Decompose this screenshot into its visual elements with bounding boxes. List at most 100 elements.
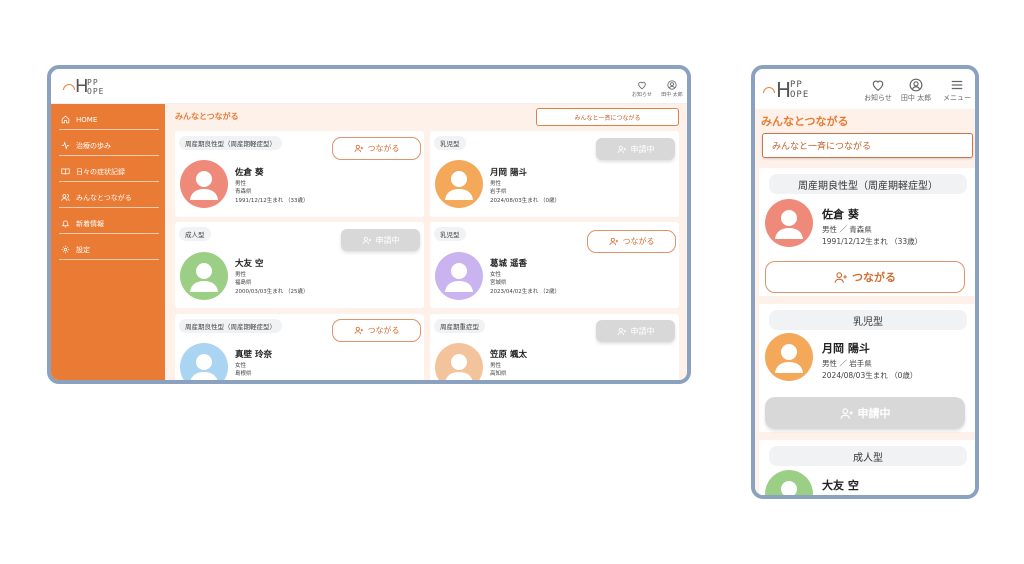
profile-gender: 男性 [235, 272, 247, 278]
connect-label: つながる [367, 326, 400, 335]
sidebar-item-news[interactable]: 新着情報 [59, 214, 159, 234]
notifications-button[interactable]: お知らせ [629, 80, 655, 98]
user-plus-icon [609, 237, 618, 246]
profile-prefecture: 岩手県 [490, 189, 507, 196]
person-icon [781, 481, 797, 495]
heart-icon [638, 81, 646, 90]
user-plus-icon [617, 327, 626, 335]
type-tag: 周産期良性型（周産期軽症型） [179, 136, 282, 150]
app-logo[interactable]: H PP OPE [761, 78, 817, 102]
person-icon [775, 210, 803, 239]
profile-gender: 女性 [490, 272, 502, 278]
sidebar-item-home[interactable]: HOME [59, 110, 159, 130]
profile-meta: 男性 高知県 [490, 362, 507, 379]
sidebar-item-settings[interactable]: 設定 [59, 240, 159, 260]
type-tag: 周産期良性型（周産期軽症型） [769, 174, 967, 194]
sidebar-item-treatment[interactable]: 治療の歩み [59, 136, 159, 156]
sidebar-item-label: 日々の症状記録 [76, 167, 125, 176]
type-tag: 周産期重症型 [434, 319, 485, 333]
logo-sun-icon [763, 87, 775, 93]
profile-name: 月岡 陽斗 [490, 168, 527, 178]
logo-top-text: PP [87, 78, 99, 87]
profile-birth: 2024/08/03生まれ （0歳） [490, 197, 560, 204]
sidebar-item-label: 設定 [76, 245, 90, 254]
profile-birth: 2024/08/03生まれ （0歳） [822, 371, 918, 380]
mobile-frame: H PP OPE お知らせ 田中 太郎 メニュー みんなとつながる みんなと一斉… [751, 65, 979, 499]
avatar [765, 333, 813, 381]
app-header: H PP OPE お知らせ 田中 太郎 [51, 69, 687, 104]
bell-icon [61, 220, 70, 228]
profile-meta: 男性 岩手県 2024/08/03生まれ （0歳） [490, 180, 560, 205]
profile-name: 佐倉 葵 [822, 208, 859, 221]
type-tag: 成人型 [769, 446, 967, 466]
pending-button[interactable]: 申請中 [596, 138, 675, 160]
connect-button[interactable]: つながる [332, 319, 421, 342]
pending-button[interactable]: 申請中 [341, 229, 420, 251]
gear-icon [61, 245, 70, 254]
profile-card: 周産期良性型（周産期軽症型） つながる 佐倉 葵 男性 青森県 1991/12/… [175, 131, 424, 217]
user-plus-icon [354, 326, 363, 335]
profile-card: 乳児型 月岡 陽斗 男性 ／ 岩手県 2024/08/03生まれ （0歳） 申請… [759, 304, 975, 432]
page-title: みんなとつながる [761, 115, 849, 128]
avatar [435, 343, 483, 380]
logo-top-text: PP [790, 80, 803, 90]
pending-button[interactable]: 申請中 [765, 397, 965, 429]
connect-label: つながる [622, 237, 655, 246]
activity-icon [61, 141, 70, 150]
user-menu-button[interactable]: 田中 太郎 [657, 80, 687, 98]
avatar [180, 160, 228, 208]
connect-button[interactable]: つながる [587, 230, 676, 253]
avatar [180, 343, 228, 380]
notifications-label: お知らせ [864, 94, 892, 102]
pending-button[interactable]: 申請中 [596, 320, 675, 342]
type-tag: 成人型 [179, 227, 211, 241]
user-menu-button[interactable]: 田中 太郎 [898, 78, 934, 103]
profile-name: 大友 空 [822, 479, 859, 492]
pending-label: 申請中 [375, 235, 400, 245]
user-circle-icon [667, 80, 677, 90]
bulk-connect-button[interactable]: みんなと一斉につながる [536, 108, 679, 126]
heart-icon [872, 80, 884, 91]
bulk-connect-button[interactable]: みんなと一斉につながる [762, 133, 973, 158]
user-plus-icon [617, 145, 626, 153]
avatar [435, 252, 483, 300]
sidebar-item-label: HOME [76, 115, 98, 124]
pending-label: 申請中 [630, 326, 655, 336]
profile-card: 周産期良性型（周産期軽症型） 佐倉 葵 男性 ／ 青森県 1991/12/12生… [759, 168, 975, 296]
menu-button[interactable]: メニュー [938, 78, 975, 103]
person-icon [445, 354, 473, 380]
profile-meta: 男性 ／ 青森県 1991/12/12生まれ （33歳） [822, 224, 922, 248]
logo-letter: H [776, 78, 792, 102]
users-icon [61, 194, 70, 201]
logo-bottom-text: OPE [790, 90, 810, 100]
mobile-header: H PP OPE お知らせ 田中 太郎 メニュー [755, 69, 975, 109]
profile-birth: 2000/03/03生まれ （25歳） [235, 288, 309, 295]
logo-bottom-text: OPE [87, 87, 105, 96]
user-plus-icon [834, 271, 847, 283]
type-tag: 周産期良性型（周産期軽症型） [179, 319, 282, 333]
notifications-button[interactable]: お知らせ [863, 78, 893, 103]
profile-birth: 1991/12/12生まれ （33歳） [235, 197, 309, 204]
user-plus-icon [354, 144, 363, 153]
profile-name: 大友 空 [235, 259, 264, 269]
connect-button[interactable]: つながる [332, 137, 421, 160]
profile-card: 周産期重症型 申請中 笠原 颯太 男性 高知県 [430, 314, 679, 380]
connect-button[interactable]: つながる [765, 261, 965, 293]
connect-label: つながる [367, 144, 400, 153]
profile-meta: 男性 青森県 1991/12/12生まれ （33歳） [235, 180, 308, 205]
profile-card: 乳児型 申請中 月岡 陽斗 男性 岩手県 2024/08/03生まれ （0歳） [430, 131, 679, 217]
sidebar-item-connect[interactable]: みんなとつながる [59, 188, 159, 208]
profile-meta: 男性 福島県 2000/03/03生まれ （25歳） [235, 271, 308, 296]
type-tag: 乳児型 [434, 227, 466, 241]
app-logo[interactable]: H PP OPE [61, 76, 111, 98]
sidebar-item-label: みんなとつながる [76, 193, 132, 202]
sidebar-item-label: 新着情報 [76, 219, 104, 228]
page-title: みんなとつながる [175, 112, 239, 121]
profile-prefecture: 高知県 [490, 371, 507, 378]
profile-prefecture: 宮城県 [490, 280, 507, 287]
mobile-main-content: みんなとつながる みんなと一斉につながる 周産期良性型（周産期軽症型） 佐倉 葵… [755, 109, 975, 495]
sidebar-item-symptoms[interactable]: 日々の症状記録 [59, 162, 159, 182]
hamburger-icon [951, 80, 963, 90]
profile-birth: 1991/12/12生まれ （33歳） [822, 237, 923, 246]
user-name-label: 田中 太郎 [661, 92, 683, 98]
